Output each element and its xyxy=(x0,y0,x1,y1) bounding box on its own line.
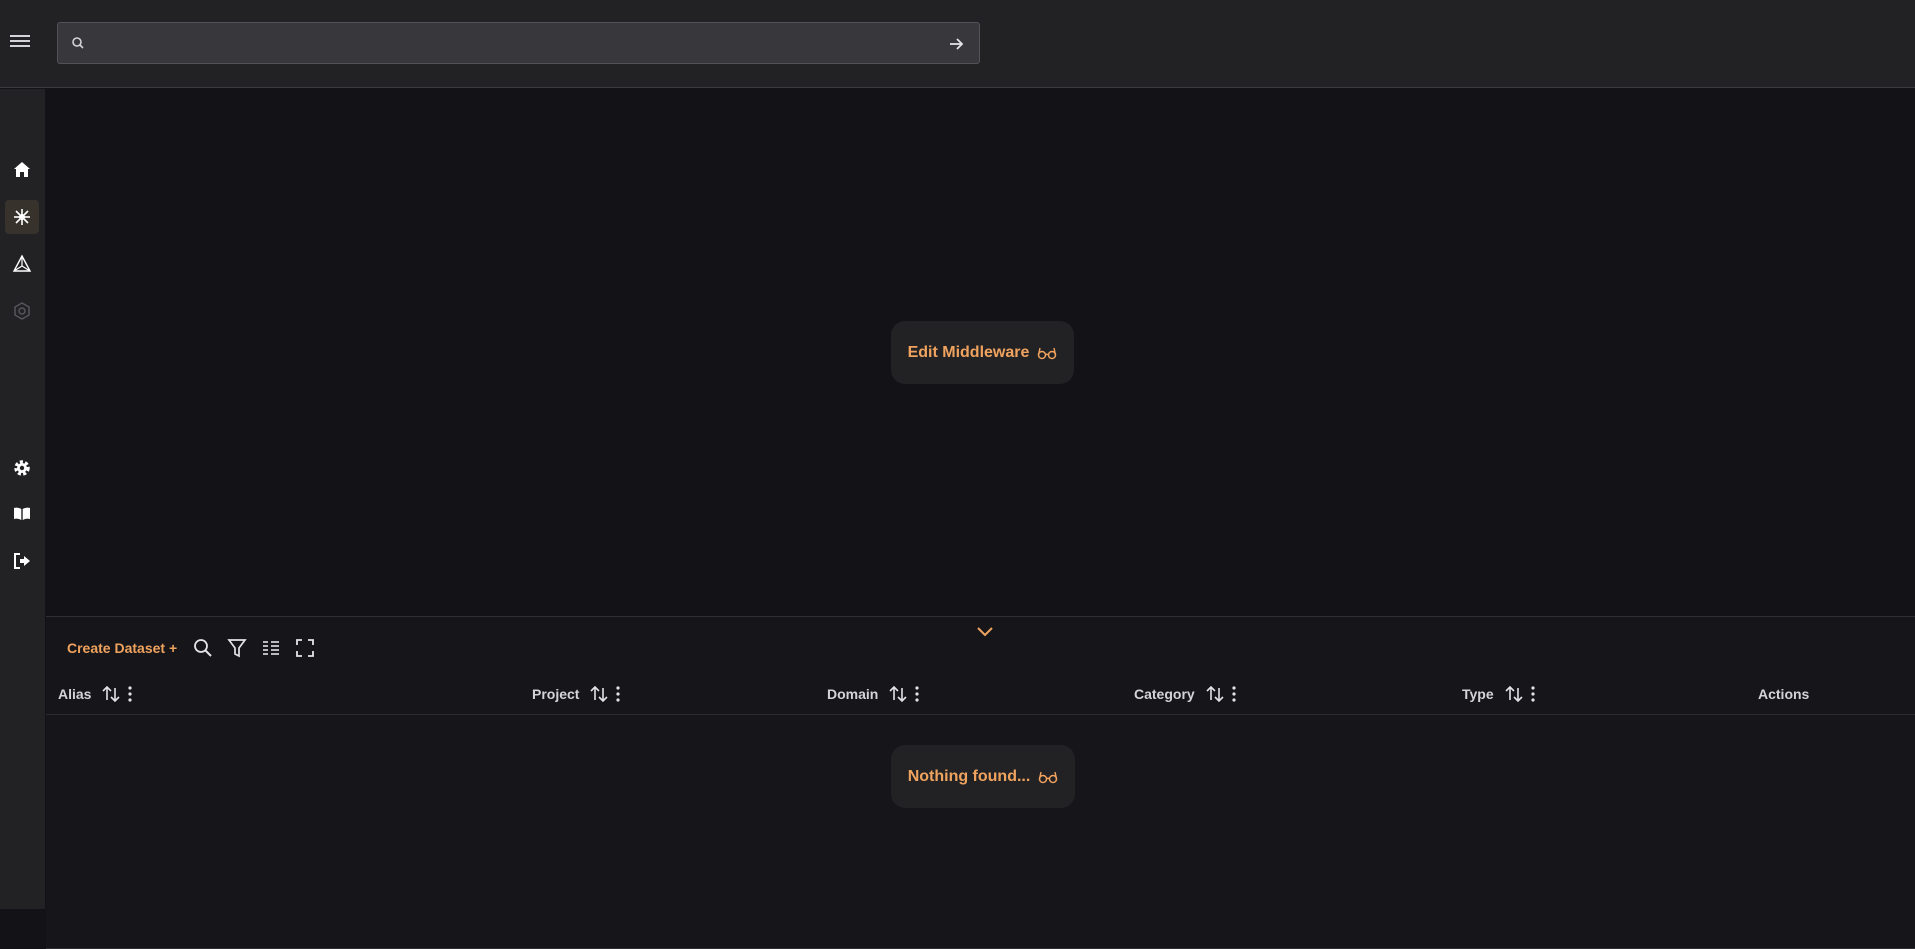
glasses-icon xyxy=(1039,771,1058,783)
top-bar xyxy=(0,0,1915,88)
sidebar-item-settings[interactable] xyxy=(5,451,39,485)
glasses-icon xyxy=(1038,347,1057,359)
sidebar-item-docs[interactable] xyxy=(5,497,39,531)
arrow-right-icon[interactable] xyxy=(947,35,965,53)
hamburger-menu-icon[interactable] xyxy=(10,32,32,52)
kebab-menu-icon[interactable] xyxy=(914,685,920,702)
home-icon xyxy=(14,162,30,177)
empty-state: Nothing found... xyxy=(891,745,1075,808)
sidebar-item-logout[interactable] xyxy=(5,544,39,578)
chevron-down-icon[interactable] xyxy=(976,625,994,639)
search-icon[interactable] xyxy=(191,636,215,660)
column-header-category: Category xyxy=(1134,672,1237,715)
hex-gear-icon xyxy=(14,302,30,320)
column-header-alias: Alias xyxy=(58,672,133,715)
column-label: Actions xyxy=(1758,685,1810,702)
create-dataset-button[interactable]: Create Dataset + xyxy=(67,640,177,656)
kebab-menu-icon[interactable] xyxy=(127,685,133,702)
kebab-menu-icon[interactable] xyxy=(615,685,621,702)
column-label: Alias xyxy=(58,685,92,702)
panel-toolbar: Create Dataset + xyxy=(67,633,327,663)
edit-middleware-button[interactable]: Edit Middleware xyxy=(891,321,1074,384)
sidebar-item-middleware[interactable] xyxy=(5,200,39,234)
search-input[interactable] xyxy=(94,29,954,57)
sidebar-item-graph[interactable] xyxy=(5,247,39,281)
fullscreen-icon[interactable] xyxy=(293,636,317,660)
columns-icon[interactable] xyxy=(259,636,283,660)
column-label: Type xyxy=(1462,685,1494,702)
column-label: Project xyxy=(532,685,580,702)
column-label: Category xyxy=(1134,685,1195,702)
sort-icon[interactable] xyxy=(589,684,609,704)
column-header-domain: Domain xyxy=(827,672,920,715)
filter-icon[interactable] xyxy=(225,636,249,660)
column-header-actions: Actions xyxy=(1758,672,1819,715)
kebab-menu-icon[interactable] xyxy=(1231,685,1237,702)
main-canvas: Edit Middleware Create Dataset + Alias P… xyxy=(45,89,1915,949)
book-icon xyxy=(14,507,30,520)
sidebar-item-home[interactable] xyxy=(5,153,39,187)
sort-icon[interactable] xyxy=(888,684,908,704)
sparkle-icon xyxy=(14,209,30,225)
empty-state-label: Nothing found... xyxy=(907,767,1031,785)
sort-icon[interactable] xyxy=(1504,684,1524,704)
search-icon xyxy=(72,37,84,49)
gear-icon xyxy=(14,460,30,476)
column-header-project: Project xyxy=(532,672,621,715)
datasets-panel: Create Dataset + Alias Project Domain Ca… xyxy=(46,616,1915,949)
kebab-menu-icon[interactable] xyxy=(1530,685,1536,702)
triangle-network-icon xyxy=(12,254,32,272)
search-bar[interactable] xyxy=(57,22,980,64)
table-header: Alias Project Domain Category Type Actio… xyxy=(46,672,1915,715)
sidebar-item-module xyxy=(5,294,39,328)
logout-icon xyxy=(14,553,30,569)
edit-middleware-label: Edit Middleware xyxy=(907,343,1030,361)
sort-icon[interactable] xyxy=(101,684,121,704)
column-header-type: Type xyxy=(1462,672,1536,715)
column-label: Domain xyxy=(827,685,879,702)
sort-icon[interactable] xyxy=(1205,684,1225,704)
sidebar xyxy=(0,89,45,909)
